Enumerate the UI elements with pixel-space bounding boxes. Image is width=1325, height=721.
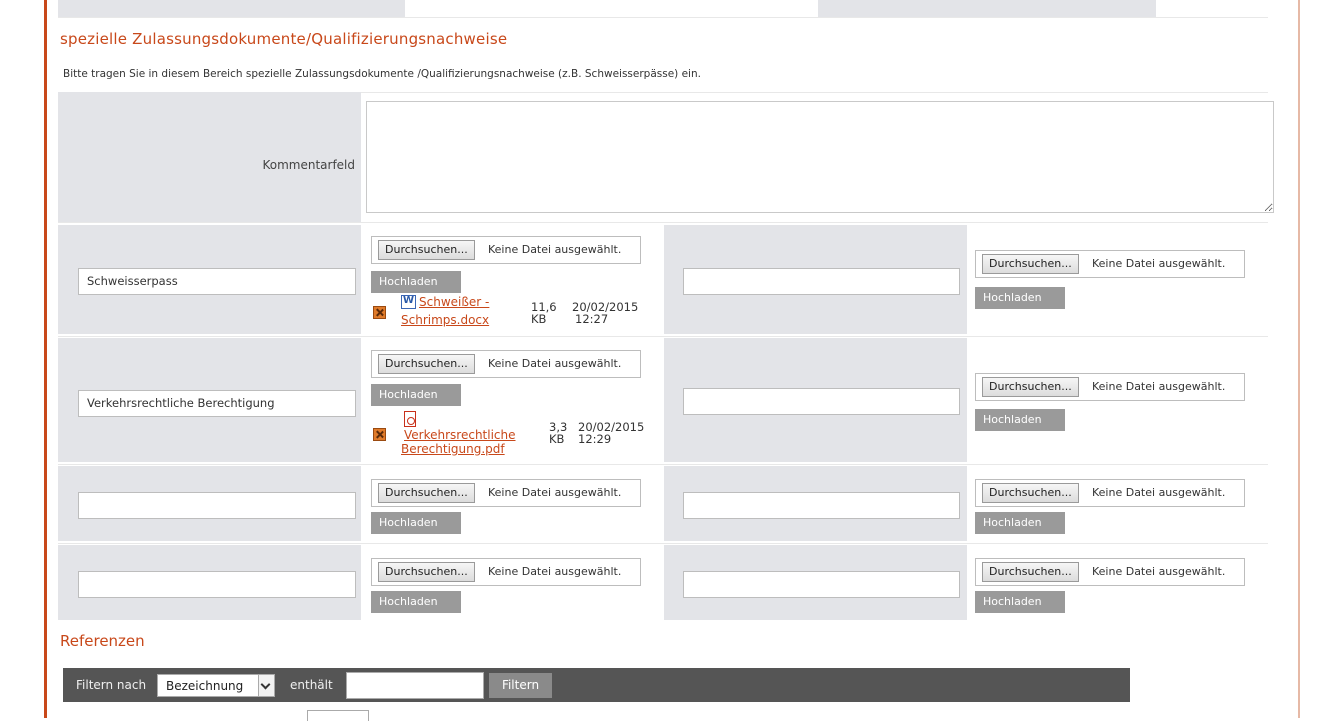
comment-textarea[interactable] [366,101,1274,213]
filter-text-input[interactable] [346,672,484,699]
document-name-input-right[interactable] [683,268,960,295]
file-chooser[interactable]: Durchsuchen... Keine Datei ausgewählt. [975,250,1245,278]
browse-button[interactable]: Durchsuchen... [378,240,475,260]
references-title: Referenzen [60,632,145,650]
file-link-continued[interactable]: Schrimps.docx [401,314,489,327]
filter-field-select[interactable]: Bezeichnung [157,674,275,697]
document-name-input-right[interactable] [683,388,960,415]
no-file-text: Keine Datei ausgewählt. [1092,257,1226,270]
upload-button[interactable]: Hochladen [371,271,461,293]
browse-button[interactable]: Durchsuchen... [982,254,1079,274]
file-chooser[interactable]: Durchsuchen... Keine Datei ausgewählt. [371,236,641,264]
row-upload-cell-right [967,225,1268,334]
upload-button[interactable]: Hochladen [371,591,461,613]
divider [58,222,1268,223]
document-name-input[interactable]: Schweisserpass [78,268,356,295]
word-document-icon [401,295,416,309]
file-link[interactable]: Verkehrsrechtliche [404,429,516,442]
file-chooser[interactable]: Durchsuchen... Keine Datei ausgewählt. [371,479,641,507]
delete-file-icon[interactable] [373,428,386,441]
left-accent-border [44,0,47,718]
comment-label-cell: Kommentarfeld [58,92,361,222]
browse-button[interactable]: Durchsuchen... [378,354,475,374]
no-file-text: Keine Datei ausgewählt. [1092,486,1226,499]
upload-button[interactable]: Hochladen [371,512,461,534]
file-chooser[interactable]: Durchsuchen... Keine Datei ausgewählt. [975,558,1245,586]
previous-table-strip [58,0,1268,17]
delete-file-icon[interactable] [373,306,386,319]
file-link-continued[interactable]: Berechtigung.pdf [401,443,505,456]
browse-button[interactable]: Durchsuchen... [378,483,475,503]
file-chooser[interactable]: Durchsuchen... Keine Datei ausgewählt. [371,350,641,378]
document-name-input[interactable] [78,571,356,598]
no-file-text: Keine Datei ausgewählt. [488,243,622,256]
upload-button[interactable]: Hochladen [975,287,1065,309]
file-size-unit: KB [531,312,547,326]
browse-button[interactable]: Durchsuchen... [982,562,1079,582]
upload-button[interactable]: Hochladen [371,384,461,406]
browse-button[interactable]: Durchsuchen... [982,483,1079,503]
section-title: spezielle Zulassungsdokumente/Qualifizie… [60,30,508,48]
file-chooser[interactable]: Durchsuchen... Keine Datei ausgewählt. [975,373,1245,401]
divider [58,464,1268,465]
chevron-down-icon[interactable] [258,675,274,696]
document-name-input[interactable]: Verkehrsrechtliche Berechtigung [78,390,356,417]
upload-button[interactable]: Hochladen [975,512,1065,534]
no-file-text: Keine Datei ausgewählt. [488,486,622,499]
browse-button[interactable]: Durchsuchen... [982,377,1079,397]
previous-table-cell [58,0,405,17]
previous-table-cell [818,0,1156,17]
pdf-document-icon [404,411,416,427]
file-size-unit: KB [549,432,565,446]
file-time: 12:27 [575,312,609,326]
filter-by-label: Filtern nach [76,678,147,692]
divider [58,17,1268,18]
filter-bar: Filtern nach Bezeichnung enthält Filtern [63,668,1130,702]
file-chooser[interactable]: Durchsuchen... Keine Datei ausgewählt. [975,479,1245,507]
no-file-text: Keine Datei ausgewählt. [488,565,622,578]
right-accent-border [1298,0,1300,718]
upload-button[interactable]: Hochladen [975,591,1065,613]
cut-off-control[interactable] [307,710,369,721]
no-file-text: Keine Datei ausgewählt. [1092,565,1226,578]
file-link[interactable]: Schweißer - [419,296,489,309]
document-name-input-right[interactable] [683,492,960,519]
filter-button[interactable]: Filtern [489,673,552,698]
file-chooser[interactable]: Durchsuchen... Keine Datei ausgewählt. [371,558,641,586]
document-name-input[interactable] [78,492,356,519]
divider [58,543,1268,544]
document-name-input-right[interactable] [683,571,960,598]
comment-label: Kommentarfeld [262,158,355,172]
filter-field-value: Bezeichnung [166,679,244,693]
divider [58,336,1268,337]
no-file-text: Keine Datei ausgewählt. [488,357,622,370]
contains-label: enthält [290,678,333,692]
browse-button[interactable]: Durchsuchen... [378,562,475,582]
upload-button[interactable]: Hochladen [975,409,1065,431]
section-intro: Bitte tragen Sie in diesem Bereich spezi… [63,68,701,80]
file-time: 12:29 [578,432,612,446]
no-file-text: Keine Datei ausgewählt. [1092,380,1226,393]
